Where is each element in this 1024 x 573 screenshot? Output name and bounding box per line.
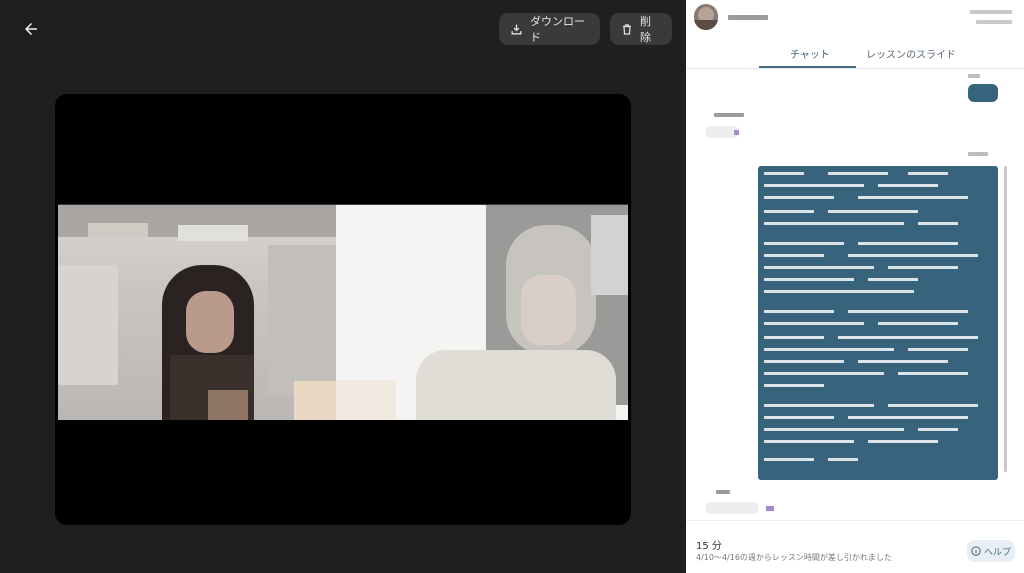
chat-header xyxy=(686,0,1024,36)
back-button[interactable] xyxy=(16,14,46,44)
tab-chat[interactable]: チャット xyxy=(790,46,830,61)
sender-name-redacted xyxy=(714,113,744,117)
sender-name-redacted xyxy=(968,74,980,78)
tutor-camera xyxy=(336,205,628,420)
chat-panel: チャット レッスンのスライド 15 分 4/10〜4/16の週からレッスン時間が… xyxy=(686,0,1024,573)
deduction-note: 4/10〜4/16の週からレッスン時間が差し引かれました xyxy=(696,553,892,562)
tab-bar: チャット レッスンのスライド xyxy=(686,40,1024,70)
message-bubble-incoming xyxy=(706,502,758,514)
help-button[interactable]: ヘルプ xyxy=(967,540,1015,562)
reaction-dot xyxy=(766,506,774,511)
avatar[interactable] xyxy=(694,4,718,30)
tab-lesson-slides[interactable]: レッスンのスライド xyxy=(866,46,956,61)
help-label: ヘルプ xyxy=(983,547,1011,558)
student-camera xyxy=(58,205,336,420)
download-icon xyxy=(511,24,522,34)
recording-viewer: ダウンロード 削除 xyxy=(0,0,686,573)
download-button[interactable]: ダウンロード xyxy=(499,13,600,45)
header-meta-redacted xyxy=(976,20,1012,24)
tutor-name-redacted xyxy=(728,15,768,20)
sender-name-redacted xyxy=(716,490,730,494)
delete-button[interactable]: 削除 xyxy=(610,13,672,45)
download-label: ダウンロード xyxy=(530,15,585,44)
message-bubble-outgoing xyxy=(968,84,998,102)
message-list[interactable] xyxy=(686,70,1024,520)
message-bubble-outgoing-long xyxy=(758,166,998,480)
lesson-summary: 15 分 4/10〜4/16の週からレッスン時間が差し引かれました ヘルプ xyxy=(686,520,1024,573)
app-root: ダウンロード 削除 チャット レッスンのスライド 15 分 4/10〜4/16の… xyxy=(0,0,1024,573)
video-stream xyxy=(58,204,628,420)
video-player[interactable] xyxy=(55,94,631,525)
header-meta-redacted xyxy=(970,10,1012,14)
lesson-duration: 15 分 xyxy=(696,541,722,552)
tab-divider xyxy=(686,68,1024,69)
arrow-left-icon xyxy=(25,23,37,35)
trash-icon xyxy=(623,23,631,35)
info-icon xyxy=(971,546,981,556)
scrollbar[interactable] xyxy=(1004,166,1007,472)
sender-name-redacted xyxy=(968,152,988,156)
delete-label: 削除 xyxy=(640,15,651,44)
reaction-dot xyxy=(734,130,739,135)
